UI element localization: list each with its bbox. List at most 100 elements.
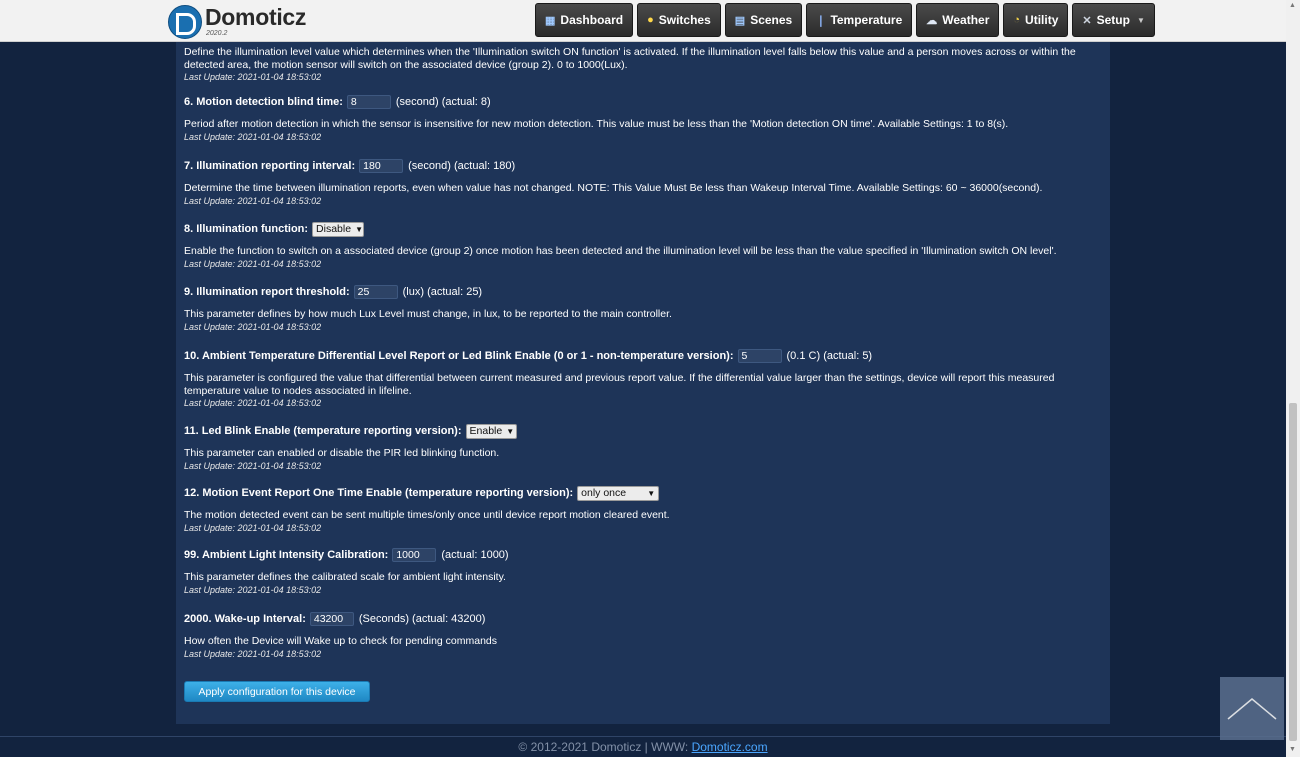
param-unit: (0.1 C) (actual: 5) xyxy=(786,350,873,362)
nav-switches-button[interactable]: ● Switches xyxy=(637,3,721,37)
param-row: 11. Led Blink Enable (temperature report… xyxy=(184,421,1099,441)
param-row: 12. Motion Event Report One Time Enable … xyxy=(184,483,1099,503)
nav-dashboard-button[interactable]: ▦ Dashboard xyxy=(535,3,634,37)
chevron-down-icon: ▼ xyxy=(355,224,363,234)
param-description: This parameter is configured the value t… xyxy=(184,372,1055,397)
nav-temperature-button[interactable]: ❘ Temperature xyxy=(806,3,913,37)
param-row: 99. Ambient Light Intensity Calibration:… xyxy=(184,545,1099,565)
param-unit: (actual: 1000) xyxy=(441,549,509,561)
last-update: Last Update: 2021-01-04 18:53:02 xyxy=(184,258,322,269)
param-10-input[interactable] xyxy=(737,349,782,363)
main-nav: ▦ Dashboard ● Switches ▤ Scenes ❘ Temper… xyxy=(535,3,1155,37)
back-to-top-button[interactable] xyxy=(1220,677,1284,740)
param-description: Enable the function to switch on a assoc… xyxy=(184,245,1057,257)
last-update: Last Update: 2021-01-04 18:53:02 xyxy=(184,321,322,332)
config-panel: Define the illumination level value whic… xyxy=(176,41,1110,724)
select-value: only once xyxy=(581,487,627,499)
nav-label: Scenes xyxy=(750,13,793,27)
last-update: Last Update: 2021-01-04 18:53:02 xyxy=(184,195,322,206)
select-value: Disable xyxy=(316,223,352,235)
logo-text: Domoticz xyxy=(205,4,307,30)
top-navbar: Domoticz 2020.2 ▦ Dashboard ● Switches ▤… xyxy=(0,0,1286,42)
nav-utility-button[interactable]: ◔ Utility xyxy=(1003,3,1069,37)
param-5-block: Define the illumination level value whic… xyxy=(184,46,1099,83)
nav-label: Dashboard xyxy=(560,13,624,27)
param-label: 6. Motion detection blind time: xyxy=(184,96,343,108)
param-8-select[interactable]: Disable ▼ xyxy=(312,221,365,237)
param-99-block: 99. Ambient Light Intensity Calibration:… xyxy=(184,545,1099,596)
nav-label: Temperature xyxy=(830,13,903,27)
param-6-input[interactable] xyxy=(346,95,391,109)
last-update: Last Update: 2021-01-04 18:53:02 xyxy=(184,398,322,408)
param-10-block: 10. Ambient Temperature Differential Lev… xyxy=(184,346,1099,409)
footer-copyright: © 2012-2021 Domoticz | WWW: xyxy=(518,740,689,754)
last-update: Last Update: 2021-01-04 18:53:02 xyxy=(184,131,322,142)
param-7-block: 7. Illumination reporting interval: (sec… xyxy=(184,156,1099,207)
param-label: 8. Illumination function: xyxy=(184,223,309,235)
param-9-input[interactable] xyxy=(353,285,398,299)
param-row: 7. Illumination reporting interval: (sec… xyxy=(184,156,1099,176)
param-12-select[interactable]: only once ▼ xyxy=(577,485,660,501)
param-description: Define the illumination level value whic… xyxy=(184,46,1076,71)
nav-weather-button[interactable]: ☁ Weather xyxy=(916,3,1000,37)
footer: © 2012-2021 Domoticz | WWW: Domoticz.com xyxy=(0,740,1286,754)
footer-link[interactable]: Domoticz.com xyxy=(692,740,768,754)
domoticz-logo-icon xyxy=(168,5,202,39)
param-row: 8. Illumination function: Disable ▼ xyxy=(184,219,1099,239)
param-6-block: 6. Motion detection blind time: (second)… xyxy=(184,92,1099,143)
param-description: The motion detected event can be sent mu… xyxy=(184,509,670,521)
last-update: Last Update: 2021-01-04 18:53:02 xyxy=(184,72,322,82)
scrollbar[interactable]: ▲ ▼ xyxy=(1286,0,1300,757)
nav-setup-button[interactable]: ✕ Setup ▼ xyxy=(1072,3,1155,37)
param-description: Determine the time between illumination … xyxy=(184,182,1043,194)
last-update: Last Update: 2021-01-04 18:53:02 xyxy=(184,648,322,659)
param-label: 10. Ambient Temperature Differential Lev… xyxy=(184,350,734,362)
nav-label: Weather xyxy=(942,13,990,27)
param-2000-input[interactable] xyxy=(309,612,354,626)
last-update: Last Update: 2021-01-04 18:53:02 xyxy=(184,584,322,595)
scroll-down-icon[interactable]: ▼ xyxy=(1289,746,1296,753)
param-9-block: 9. Illumination report threshold: (lux) … xyxy=(184,282,1099,333)
param-unit: (second) (actual: 180) xyxy=(408,160,516,172)
chevron-up-icon xyxy=(1227,698,1277,720)
nav-label: Setup xyxy=(1096,13,1130,27)
param-description: This parameter defines by how much Lux L… xyxy=(184,308,672,320)
apply-configuration-button[interactable]: Apply configuration for this device xyxy=(184,681,370,702)
utility-icon: ◔ xyxy=(1013,14,1021,26)
param-row: 9. Illumination report threshold: (lux) … xyxy=(184,282,1099,302)
scroll-up-icon[interactable]: ▲ xyxy=(1289,2,1296,9)
param-unit: (Seconds) (actual: 43200) xyxy=(358,613,486,625)
param-unit: (second) (actual: 8) xyxy=(395,96,491,108)
bulb-icon: ● xyxy=(647,14,654,26)
param-row: 6. Motion detection blind time: (second)… xyxy=(184,92,1099,112)
param-label: 9. Illumination report threshold: xyxy=(184,286,350,298)
param-label: 7. Illumination reporting interval: xyxy=(184,160,356,172)
param-2000-block: 2000. Wake-up Interval: (Seconds) (actua… xyxy=(184,609,1099,660)
param-description: Period after motion detection in which t… xyxy=(184,118,1009,130)
scrollbar-thumb[interactable] xyxy=(1289,403,1297,741)
tools-icon: ✕ xyxy=(1082,14,1092,27)
param-description: This parameter defines the calibrated sc… xyxy=(184,571,506,583)
nav-label: Utility xyxy=(1025,13,1059,27)
param-label: 12. Motion Event Report One Time Enable … xyxy=(184,487,574,499)
nav-scenes-button[interactable]: ▤ Scenes xyxy=(724,3,803,37)
param-11-block: 11. Led Blink Enable (temperature report… xyxy=(184,421,1099,472)
dashboard-icon: ▦ xyxy=(545,14,556,27)
param-row: 10. Ambient Temperature Differential Lev… xyxy=(184,346,1099,366)
param-description: How often the Device will Wake up to che… xyxy=(184,635,498,647)
param-label: 11. Led Blink Enable (temperature report… xyxy=(184,425,462,437)
param-8-block: 8. Illumination function: Disable ▼ Enab… xyxy=(184,219,1099,270)
chevron-down-icon: ▼ xyxy=(1136,15,1145,25)
last-update: Last Update: 2021-01-04 18:53:02 xyxy=(184,460,322,471)
param-unit: (lux) (actual: 25) xyxy=(402,286,483,298)
cloud-icon: ☁ xyxy=(926,14,938,27)
param-7-input[interactable] xyxy=(359,159,404,173)
chevron-down-icon: ▼ xyxy=(647,488,656,498)
param-11-select[interactable]: Enable ▼ xyxy=(465,423,517,439)
select-value: Enable xyxy=(469,425,503,437)
param-99-input[interactable] xyxy=(392,548,437,562)
param-row: 2000. Wake-up Interval: (Seconds) (actua… xyxy=(184,609,1099,629)
param-description: This parameter can enabled or disable th… xyxy=(184,447,500,459)
scenes-icon: ▤ xyxy=(734,14,746,27)
logo-version: 2020.2 xyxy=(206,30,228,37)
